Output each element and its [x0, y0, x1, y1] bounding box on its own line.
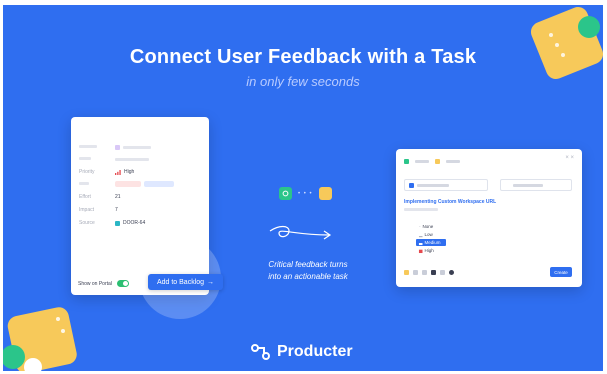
- curved-arrow-icon: [269, 225, 332, 240]
- producter-logo-icon: [251, 344, 270, 360]
- brand-name: Producter: [277, 343, 353, 360]
- attachment-icon[interactable]: [449, 270, 454, 275]
- priority-low-icon: ▁: [419, 231, 423, 237]
- property-row-placeholder: [79, 143, 151, 151]
- workspace-icon: [404, 159, 409, 164]
- workspace-switcher[interactable]: [404, 159, 460, 164]
- property-row-tags[interactable]: [79, 180, 174, 188]
- property-row-priority[interactable]: Priority High: [79, 168, 134, 176]
- assignee-icon[interactable]: [422, 270, 427, 275]
- portal-toggle[interactable]: [116, 280, 129, 287]
- task-toolbar: [404, 270, 454, 275]
- task-title[interactable]: Implementing Custom Workspace URL: [404, 199, 496, 205]
- create-task-button[interactable]: Create: [550, 267, 572, 277]
- task-type-select[interactable]: [404, 179, 488, 191]
- tag-chip[interactable]: [115, 181, 141, 187]
- property-label: Priority: [79, 169, 95, 175]
- property-label: Source: [79, 220, 95, 226]
- priority-option-high[interactable]: ▅ High: [416, 247, 446, 254]
- property-label: Effort: [79, 194, 91, 200]
- caption: Critical feedback turns into an actionab…: [243, 259, 373, 283]
- subheadline: in only few seconds: [246, 74, 360, 89]
- priority-medium-icon: ▃: [419, 239, 423, 245]
- property-row-placeholder: [79, 155, 149, 163]
- high-priority-icon: [115, 169, 121, 175]
- priority-option-label: Medium: [424, 240, 441, 245]
- status-icon[interactable]: [404, 270, 409, 275]
- brand: Producter: [251, 343, 353, 361]
- arrow-right-icon: →: [207, 278, 215, 286]
- feedback-app-icon: [279, 187, 292, 200]
- task-card: × × Implementing Custom Workspace URL - …: [396, 149, 582, 287]
- priority-option-label: None: [422, 224, 434, 229]
- headline: Connect User Feedback with a Task: [129, 46, 477, 68]
- caption-line: Critical feedback turns: [268, 260, 348, 269]
- property-value: DOOR-64: [123, 220, 146, 226]
- property-row-impact[interactable]: Impact 7: [79, 206, 118, 214]
- source-icon: [115, 220, 120, 226]
- property-row-source[interactable]: Source DOOR-64: [79, 219, 145, 227]
- add-to-backlog-button[interactable]: Add to Backlog →: [148, 274, 223, 290]
- task-description-placeholder[interactable]: [404, 207, 438, 212]
- close-icon[interactable]: × ×: [565, 155, 574, 161]
- priority-high-icon: ▅: [419, 247, 423, 253]
- caption-line: into an actionable task: [268, 272, 348, 281]
- property-value: 7: [115, 207, 118, 213]
- priority-option-medium[interactable]: ▃ Medium: [416, 239, 446, 246]
- property-value: 21: [115, 194, 121, 200]
- tag-chip[interactable]: [144, 181, 174, 187]
- priority-icon[interactable]: [413, 270, 418, 275]
- add-to-backlog-label: Add to Backlog: [156, 278, 205, 286]
- priority-option-label: Low: [424, 232, 433, 237]
- priority-option-none[interactable]: - None: [416, 223, 446, 230]
- property-value: High: [124, 169, 135, 175]
- property-label: Impact: [79, 207, 95, 213]
- task-app-icon: [318, 187, 332, 200]
- portal-toggle-label: Show on Portal: [78, 280, 112, 287]
- priority-option-low[interactable]: ▁ Low: [416, 231, 446, 238]
- priority-dropdown: - None ▁ Low ▃ Medium ▅ High: [416, 223, 446, 255]
- priority-option-label: High: [424, 248, 434, 253]
- portal-visibility-control: Show on Portal: [78, 280, 129, 287]
- project-icon: [435, 159, 440, 164]
- bottom-left-decoration: [3, 307, 77, 371]
- estimate-icon[interactable]: [440, 270, 445, 275]
- promo-banner: Connect User Feedback with a Task in onl…: [3, 5, 603, 371]
- connector-dots-icon: • • •: [298, 190, 313, 197]
- priority-none-icon: -: [419, 224, 421, 229]
- assignee-select[interactable]: [500, 179, 572, 191]
- integration-graphic: • • •: [279, 187, 332, 200]
- label-icon[interactable]: [431, 270, 436, 275]
- property-row-effort[interactable]: Effort 21: [79, 193, 121, 201]
